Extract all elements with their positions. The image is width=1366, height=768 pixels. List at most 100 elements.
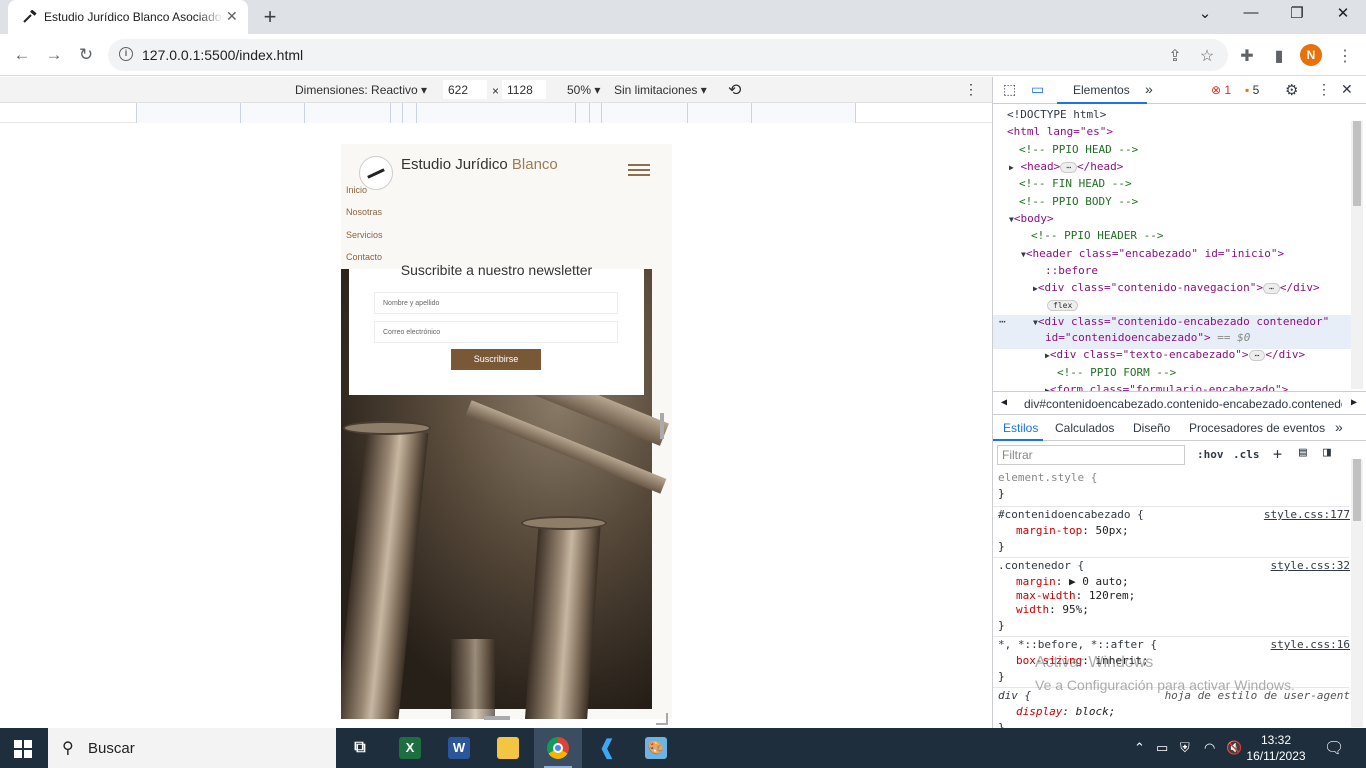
excel-button[interactable]: X (386, 728, 434, 768)
more-tabs-icon[interactable]: » (1145, 81, 1153, 97)
hov-toggle[interactable]: :hov (1197, 448, 1224, 461)
warning-count-badge[interactable]: ▪ 5 (1245, 83, 1259, 97)
new-tab-button[interactable]: + (258, 4, 282, 30)
flex-badge[interactable]: flex (1047, 298, 1079, 311)
media-query-segment[interactable] (416, 103, 576, 123)
name-input[interactable]: Nombre y apellido (374, 292, 618, 314)
sidebar-toggle-icon[interactable]: ◨ (1323, 445, 1331, 460)
settings-gear-icon[interactable]: ⚙ (1285, 81, 1298, 99)
device-toggle-icon[interactable]: ▭ (1031, 81, 1044, 98)
hamburger-menu-icon[interactable] (628, 164, 650, 179)
nav-link-inicio[interactable]: Inicio (346, 185, 367, 195)
width-input[interactable]: 622 (443, 80, 487, 99)
resize-handle-right[interactable] (660, 413, 664, 439)
dom-body[interactable]: ▼<body> (1009, 212, 1054, 225)
dom-comment[interactable]: <!-- PPIO HEAD --> (1019, 143, 1138, 156)
crumb-right-icon[interactable]: ▶ (1351, 397, 1357, 408)
browser-tab[interactable]: Estudio Jurídico Blanco Asociados ✕ (8, 0, 248, 34)
word-button[interactable]: W (435, 728, 483, 768)
dom-div-navegacion[interactable]: ▶<div class="contenido-navegacion"> ⋯ </di… (1033, 281, 1320, 294)
back-icon[interactable]: ← (10, 43, 34, 67)
paint-button[interactable]: 🎨 (632, 728, 680, 768)
dom-div-encabezado[interactable]: ▼<div class="contenido-encabezado conten… (1033, 315, 1329, 328)
dom-comment[interactable]: <!-- PPIO HEADER --> (1031, 229, 1163, 242)
subscribe-button[interactable]: Suscribirse (451, 349, 541, 370)
dom-doctype[interactable]: <!DOCTYPE html> (1007, 108, 1106, 121)
close-tab-icon[interactable]: ✕ (226, 8, 238, 25)
tray-expand-icon[interactable]: ⌃ (1134, 740, 1145, 756)
tab-estilos[interactable]: Estilos (1003, 421, 1038, 435)
error-count-badge[interactable]: ⊗ 1 (1211, 83, 1231, 97)
breadcrumb-path[interactable]: div#contenidoencabezado.contenido-encabe… (1024, 397, 1342, 411)
notifications-icon[interactable]: 🗨 (1324, 738, 1344, 758)
dom-pseudo-before[interactable]: ::before (1045, 264, 1098, 277)
restore-icon[interactable]: ❐ (1282, 4, 1312, 28)
hero-column (451, 639, 495, 719)
chrome-button[interactable] (534, 728, 582, 768)
dom-form[interactable]: ▶<form class="formulario-encabezado"> (1045, 383, 1288, 391)
more-style-tabs-icon[interactable]: » (1335, 419, 1343, 435)
forward-icon[interactable]: → (42, 43, 66, 67)
taskbar-clock[interactable]: 13:32 16/11/2023 (1246, 732, 1306, 764)
volume-muted-icon[interactable]: 🔇 (1226, 740, 1242, 756)
inspect-element-icon[interactable]: ⬚ (1003, 81, 1016, 98)
tab-strip: Estudio Jurídico Blanco Asociados ✕ + ⌄ … (0, 0, 1366, 34)
site-info-icon[interactable]: i (119, 47, 133, 61)
tab-diseno[interactable]: Diseño (1133, 421, 1170, 435)
throttle-dropdown[interactable]: Sin limitaciones ▾ (614, 83, 707, 97)
height-input[interactable]: 1128 (502, 80, 546, 99)
wifi-icon[interactable]: ◠ (1204, 740, 1215, 756)
paint-icon[interactable]: ▤ (1299, 445, 1307, 460)
dom-comment[interactable]: <!-- FIN HEAD --> (1019, 177, 1132, 190)
device-more-icon[interactable]: ⋮ (964, 81, 978, 98)
dom-comment[interactable]: <!-- PPIO FORM --> (1057, 366, 1176, 379)
new-rule-icon[interactable]: + (1273, 445, 1282, 463)
dom-head[interactable]: ▶ <head> ⋯ </head> (1009, 160, 1123, 173)
tab-search-icon[interactable]: ⌄ (1190, 4, 1220, 28)
tab-calculados[interactable]: Calculados (1055, 421, 1114, 435)
dom-div-encabezado-id[interactable]: id="contenidoencabezado"> == $0 (1045, 331, 1250, 344)
dom-div-texto[interactable]: ▶<div class="texto-encabezado"> ⋯ </div> (1045, 348, 1305, 361)
rule-source-link[interactable]: style.css:16 (1271, 638, 1350, 651)
dom-row-menu-icon[interactable]: ⋯ (999, 315, 1006, 328)
dom-header[interactable]: ▼<header class="encabezado" id="inicio"> (1021, 247, 1284, 260)
share-icon[interactable]: ⇪ (1164, 46, 1186, 66)
windows-start-icon[interactable] (14, 740, 32, 758)
file-explorer-button[interactable] (484, 728, 532, 768)
taskbar-search[interactable]: ⚲ Buscar (48, 728, 336, 768)
cls-toggle[interactable]: .cls (1233, 448, 1260, 461)
styles-filter-input[interactable]: Filtrar (997, 445, 1185, 465)
vscode-button[interactable]: ❰ (583, 728, 631, 768)
dom-html[interactable]: <html lang="es"> (1007, 125, 1113, 138)
address-bar[interactable]: i 127.0.0.1:5500/index.html (108, 39, 1228, 71)
nav-link-contacto[interactable]: Contacto (346, 252, 382, 262)
dom-comment[interactable]: <!-- PPIO BODY --> (1019, 195, 1138, 208)
profile-avatar[interactable]: N (1300, 44, 1322, 66)
resize-handle-bottom[interactable] (484, 716, 510, 720)
nav-link-servicios[interactable]: Servicios (346, 230, 383, 240)
minimize-icon[interactable]: — (1236, 4, 1266, 28)
reload-icon[interactable]: ↻ (74, 43, 98, 67)
battery-icon[interactable]: ▭ (1156, 740, 1168, 756)
rule-source-link[interactable]: style.css:32 (1271, 559, 1350, 572)
devtools-more-icon[interactable]: ⋮ (1317, 81, 1331, 98)
security-shield-icon[interactable]: ⛨ (1180, 740, 1190, 756)
rule-source-link[interactable]: style.css:177 (1264, 508, 1350, 521)
task-view-button[interactable]: ⧉ (336, 728, 384, 768)
bookmark-star-icon[interactable]: ☆ (1196, 46, 1218, 66)
nav-link-nosotras[interactable]: Nosotras (346, 207, 382, 217)
resize-handle-corner[interactable] (656, 713, 668, 725)
email-input[interactable]: Correo electrónico (374, 321, 618, 343)
browser-menu-icon[interactable]: ⋮ (1334, 46, 1356, 66)
styles-scrollbar[interactable] (1351, 459, 1363, 727)
dimensions-dropdown[interactable]: Dimensiones: Reactivo ▾ (295, 83, 427, 97)
extensions-icon[interactable]: ✚ (1236, 46, 1258, 66)
rotate-icon[interactable]: ⟲ (728, 80, 741, 100)
window-close-icon[interactable]: ✕ (1328, 4, 1358, 28)
zoom-dropdown[interactable]: 50% ▾ (567, 83, 600, 97)
dom-scrollbar[interactable] (1351, 121, 1363, 389)
crumb-left-icon[interactable]: ◀ (1001, 397, 1007, 408)
tab-procesadores[interactable]: Procesadores de eventos (1189, 421, 1325, 435)
side-panel-icon[interactable]: ▮ (1268, 46, 1290, 66)
devtools-close-icon[interactable]: ✕ (1341, 81, 1353, 98)
